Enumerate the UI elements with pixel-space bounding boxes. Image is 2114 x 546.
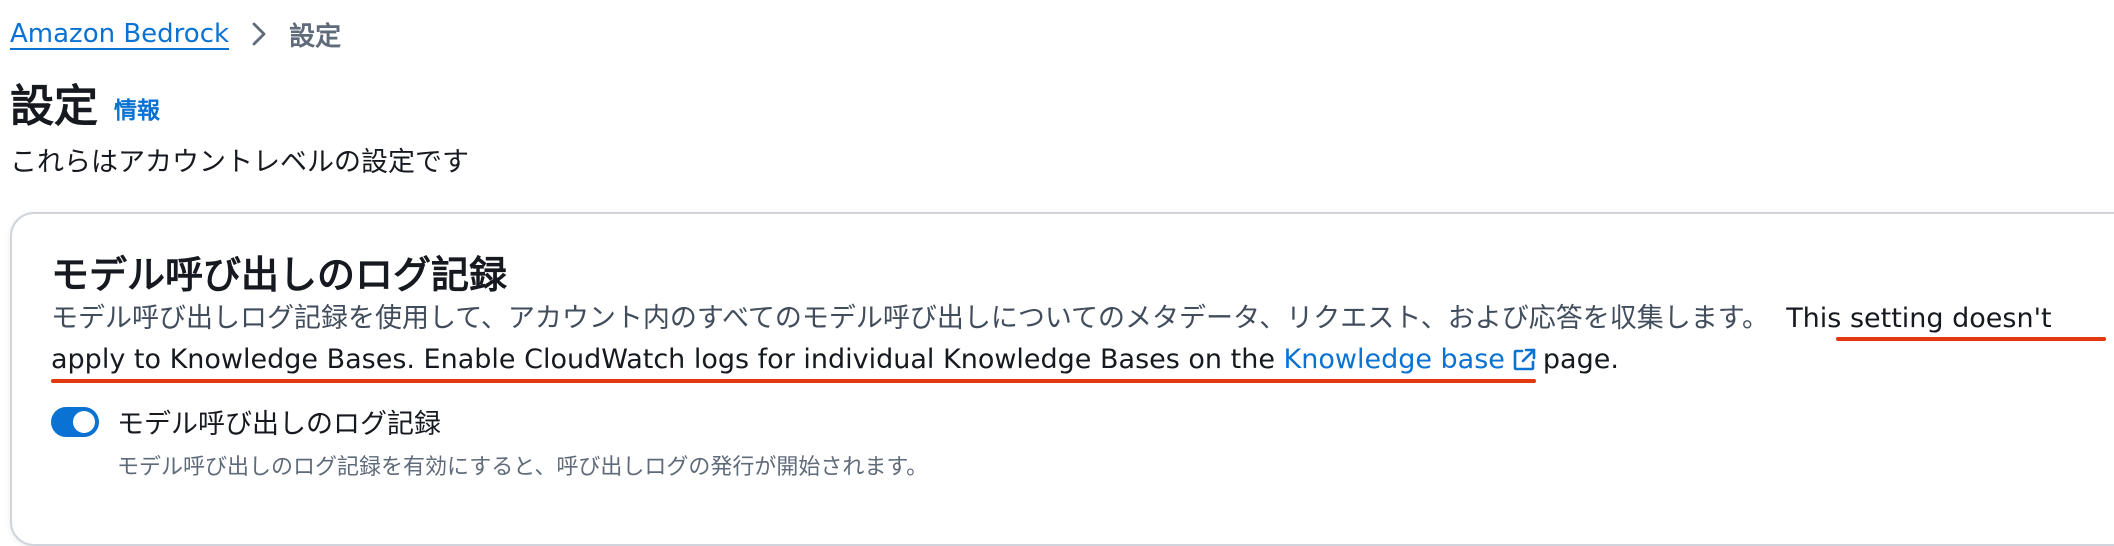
- toggle-knob: [73, 411, 95, 433]
- toggle-text: モデル呼び出しのログ記録 モデル呼び出しのログ記録を有効にすると、呼び出しログの…: [117, 402, 928, 481]
- page-title: 設定: [10, 81, 98, 132]
- page-header: 設定 情報: [10, 72, 160, 132]
- section-title: モデル呼び出しのログ記録: [51, 253, 508, 297]
- description-text: モデル呼び出しログ記録を使用して、アカウント内のすべてのモデル呼び出しについての…: [51, 303, 1770, 334]
- section-description: モデル呼び出しログ記録を使用して、アカウント内のすべてのモデル呼び出しについての…: [51, 298, 2091, 385]
- breadcrumb-amazon-bedrock[interactable]: Amazon Bedrock: [10, 19, 229, 49]
- chevron-right-icon: [251, 21, 267, 47]
- annotation-underline-2: [51, 379, 1536, 383]
- invocation-logging-toggle-row: モデル呼び出しのログ記録 モデル呼び出しのログ記録を有効にすると、呼び出しログの…: [51, 402, 928, 481]
- invocation-logging-toggle[interactable]: [51, 407, 99, 437]
- knowledge-base-link-label: Knowledge base: [1283, 344, 1505, 375]
- note-text-suffix: page.: [1542, 344, 1619, 375]
- toggle-label: モデル呼び出しのログ記録: [117, 409, 441, 440]
- page-description: これらはアカウントレベルの設定です: [10, 147, 469, 178]
- note-text-part1: This setting doesn't: [1786, 303, 2052, 334]
- breadcrumb: Amazon Bedrock 設定: [10, 14, 341, 54]
- description-line-1: モデル呼び出しログ記録を使用して、アカウント内のすべてのモデル呼び出しについての…: [51, 298, 2091, 339]
- knowledge-base-link[interactable]: Knowledge base: [1284, 344, 1543, 375]
- breadcrumb-current-settings: 設定: [289, 21, 342, 52]
- note-text-part2: apply to Knowledge Bases. Enable CloudWa…: [51, 344, 1275, 375]
- info-link[interactable]: 情報: [114, 91, 160, 125]
- annotation-underline-1: [1836, 337, 2106, 341]
- toggle-description: モデル呼び出しのログ記録を有効にすると、呼び出しログの発行が開始されます。: [117, 455, 929, 480]
